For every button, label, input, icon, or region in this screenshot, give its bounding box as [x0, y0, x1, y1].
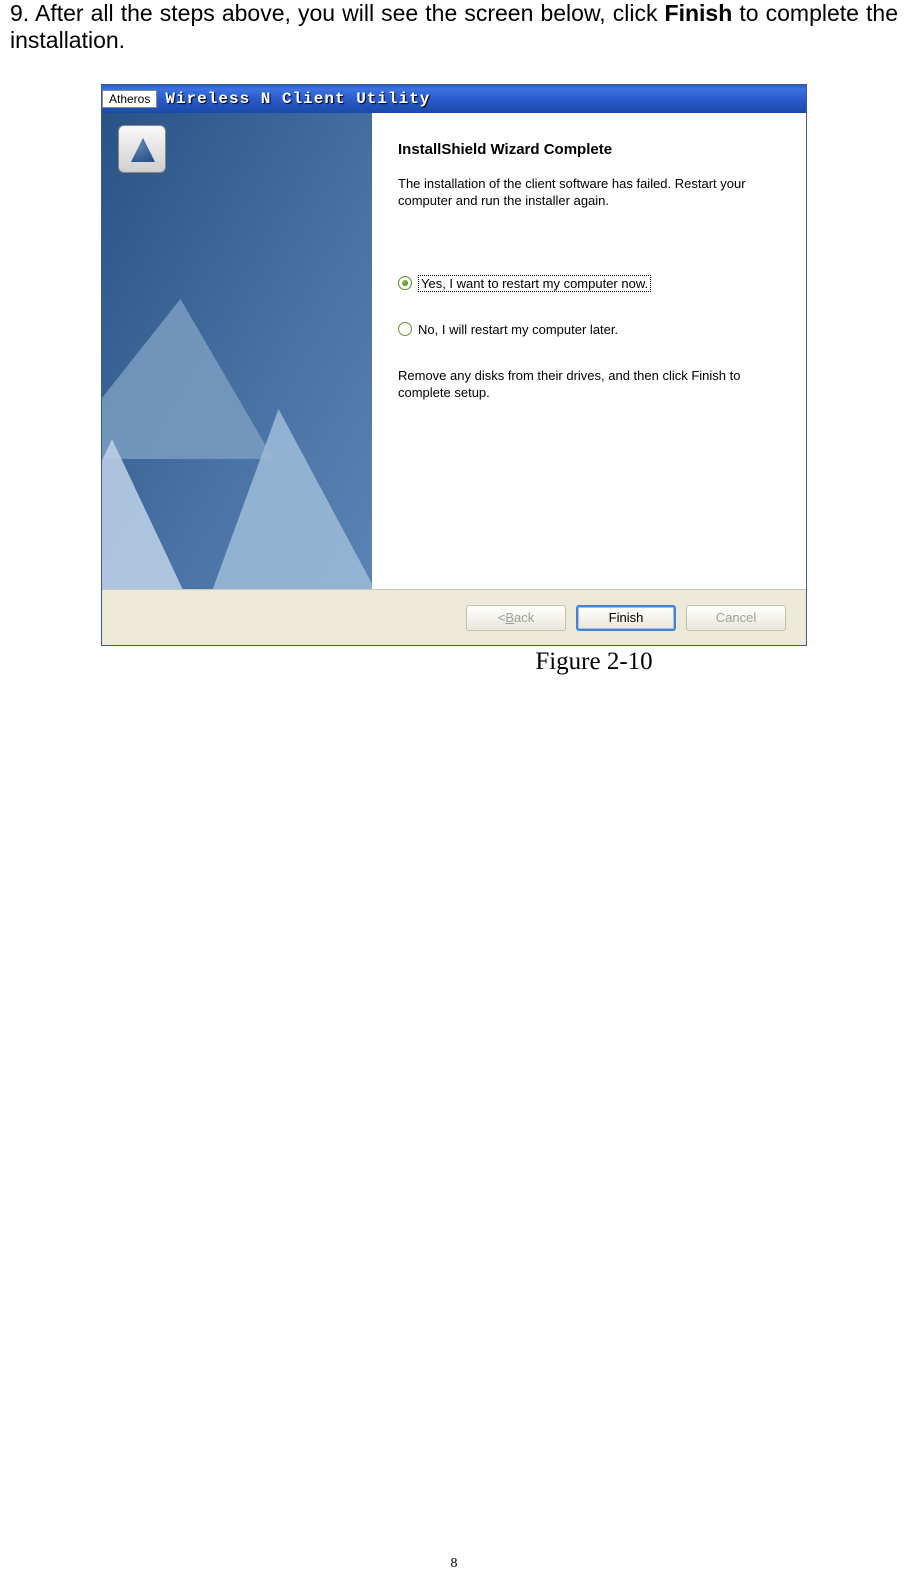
- radio-option-restart-now[interactable]: Yes, I want to restart my computer now.: [398, 275, 780, 292]
- radio-label: No, I will restart my computer later.: [418, 322, 618, 337]
- page-number: 8: [0, 1556, 908, 1572]
- brand-label: Atheros: [102, 90, 157, 108]
- back-underline: B: [505, 610, 514, 625]
- window-title: Wireless N Client Utility: [165, 90, 430, 108]
- back-button: < Back: [466, 605, 566, 631]
- instruction-prefix: 9. After all the steps above, you will s…: [10, 0, 665, 26]
- step-instruction: 9. After all the steps above, you will s…: [0, 0, 908, 64]
- wizard-content: InstallShield Wizard Complete The instal…: [372, 113, 806, 589]
- restart-radio-group: Yes, I want to restart my computer now. …: [398, 275, 780, 337]
- radio-selected-icon[interactable]: [398, 276, 412, 290]
- document-page: 9. After all the steps above, you will s…: [0, 0, 908, 1584]
- instruction-bold: Finish: [665, 0, 733, 26]
- decorative-triangle-icon: [102, 439, 192, 589]
- decorative-triangle-icon: [199, 409, 372, 589]
- installshield-logo-icon: [118, 125, 166, 173]
- wizard-heading: InstallShield Wizard Complete: [398, 141, 780, 158]
- radio-label: Yes, I want to restart my computer now.: [418, 275, 651, 292]
- cancel-button: Cancel: [686, 605, 786, 631]
- back-suffix: ack: [514, 610, 534, 625]
- wizard-message: The installation of the client software …: [398, 176, 780, 210]
- back-prefix: <: [498, 610, 506, 625]
- finish-button[interactable]: Finish: [576, 605, 676, 631]
- radio-unselected-icon[interactable]: [398, 322, 412, 336]
- installer-window: Atheros Wireless N Client Utility Instal…: [101, 84, 807, 646]
- button-bar: < Back Finish Cancel: [102, 589, 806, 645]
- window-body: InstallShield Wizard Complete The instal…: [102, 113, 806, 589]
- wizard-side-panel: [102, 113, 372, 589]
- figure-caption: Figure 2-10: [101, 648, 807, 676]
- title-bar: Atheros Wireless N Client Utility: [102, 85, 806, 113]
- remove-disk-text: Remove any disks from their drives, and …: [398, 367, 780, 402]
- radio-option-restart-later[interactable]: No, I will restart my computer later.: [398, 322, 780, 337]
